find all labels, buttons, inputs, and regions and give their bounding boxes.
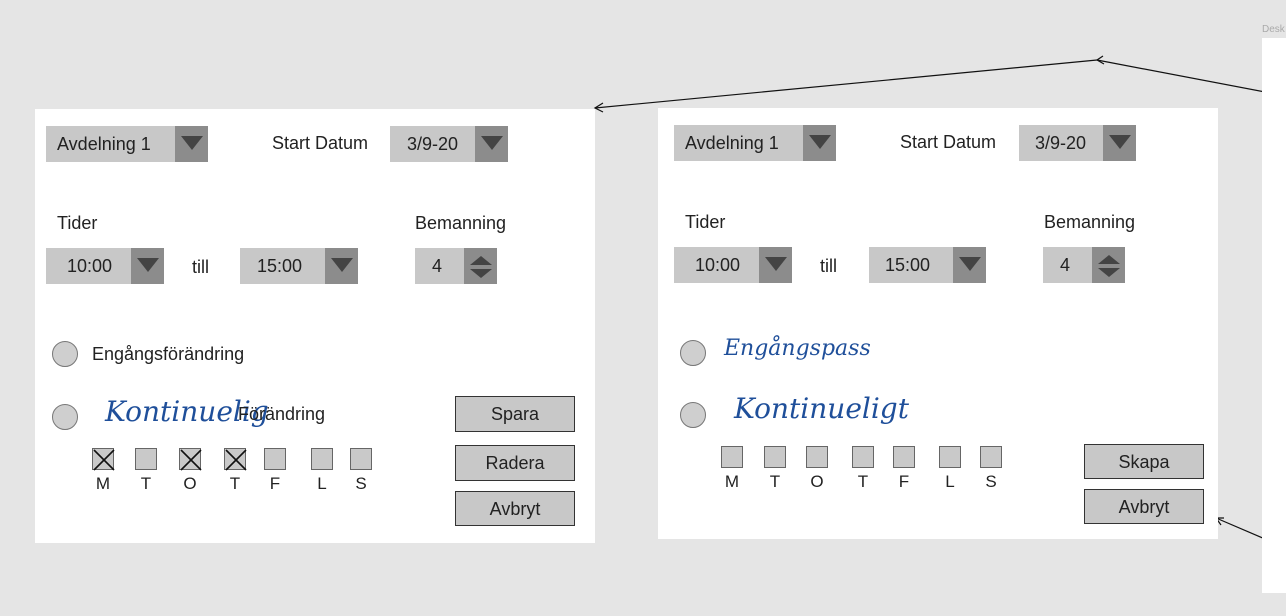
weekday-label: T — [229, 474, 241, 493]
chevron-down-icon — [803, 125, 836, 161]
time-from-select[interactable]: 10:00 — [674, 247, 792, 283]
weekday-label: T — [857, 472, 869, 491]
time-from-select[interactable]: 10:00 — [46, 248, 164, 284]
weekday-checkbox[interactable] — [224, 448, 247, 471]
department-value: Avdelning 1 — [57, 134, 151, 154]
cancel-button[interactable]: Avbryt — [455, 491, 575, 526]
department-value: Avdelning 1 — [685, 133, 779, 153]
left-form-panel: Avdelning 1 Start Datum 3/9-20 Tider Bem… — [35, 109, 595, 543]
weekday-label: T — [769, 472, 781, 491]
staffing-stepper[interactable]: 4 — [415, 248, 497, 284]
handwritten-one-time-label: Engångspass — [724, 336, 871, 361]
times-label: Tider — [57, 213, 98, 233]
chevron-down-icon — [1103, 125, 1136, 161]
weekday-label: L — [945, 472, 955, 491]
weekday-label: S — [985, 472, 997, 491]
times-label: Tider — [685, 212, 726, 232]
chevron-down-icon — [475, 126, 508, 162]
delete-button[interactable]: Radera — [455, 445, 575, 481]
start-date-select[interactable]: 3/9-20 — [1019, 125, 1136, 161]
staffing-stepper[interactable]: 4 — [1043, 247, 1125, 283]
start-date-select[interactable]: 3/9-20 — [390, 126, 508, 162]
weekday-checkbox[interactable] — [893, 446, 915, 468]
time-to-select[interactable]: 15:00 — [240, 248, 358, 284]
stepper-arrows-icon[interactable] — [464, 248, 497, 284]
weekday-label: T — [140, 474, 152, 493]
radio-one-time[interactable] — [52, 341, 78, 367]
radio-one-time[interactable] — [680, 340, 706, 366]
start-date-value: 3/9-20 — [407, 134, 459, 154]
staffing-label: Bemanning — [415, 213, 507, 233]
weekday-checkbox[interactable] — [806, 446, 828, 468]
weekday-checkbox[interactable] — [939, 446, 961, 468]
weekday-checkbox[interactable] — [764, 446, 786, 468]
weekday-checkbox[interactable] — [179, 448, 202, 471]
time-to-select[interactable]: 15:00 — [869, 247, 986, 283]
chevron-down-icon — [131, 248, 164, 284]
weekday-checkbox[interactable] — [980, 446, 1002, 468]
start-date-label: Start Datum — [272, 133, 369, 153]
desktop-frame-label: Desk — [1262, 24, 1285, 35]
weekday-label: O — [810, 472, 824, 491]
weekday-label: O — [183, 474, 197, 493]
weekday-checkbox[interactable] — [264, 448, 286, 470]
handwritten-continuous-label: Kontinueligt — [734, 392, 909, 425]
start-date-value: 3/9-20 — [1035, 133, 1087, 153]
create-button[interactable]: Skapa — [1084, 444, 1204, 479]
staffing-value: 4 — [1060, 255, 1071, 275]
weekday-checkbox[interactable] — [721, 446, 743, 468]
time-from-value: 10:00 — [695, 255, 741, 275]
weekday-checkbox[interactable] — [135, 448, 157, 470]
department-select[interactable]: Avdelning 1 — [674, 125, 836, 161]
chevron-down-icon — [325, 248, 358, 284]
weekday-checkbox[interactable] — [311, 448, 333, 470]
save-button[interactable]: Spara — [455, 396, 575, 432]
desktop-frame — [1262, 38, 1286, 593]
till-label: till — [192, 257, 209, 277]
option-one-time-label: Engångsförändring — [92, 344, 245, 364]
option-continuous-suffix: Förändring — [238, 404, 326, 424]
time-to-value: 15:00 — [885, 255, 931, 275]
stepper-arrows-icon[interactable] — [1092, 247, 1125, 283]
weekday-checkbox[interactable] — [852, 446, 874, 468]
weekday-label: S — [355, 474, 367, 493]
weekday-checkbox[interactable] — [92, 448, 115, 471]
time-from-value: 10:00 — [67, 256, 113, 276]
chevron-down-icon — [175, 126, 208, 162]
staffing-value: 4 — [432, 256, 443, 276]
chevron-down-icon — [953, 247, 986, 283]
department-select[interactable]: Avdelning 1 — [46, 126, 208, 162]
till-label: till — [820, 256, 837, 276]
staffing-label: Bemanning — [1044, 212, 1136, 232]
right-form-panel: Avdelning 1 Start Datum 3/9-20 Tider Bem… — [658, 108, 1218, 539]
weekday-label: M — [724, 472, 740, 491]
chevron-down-icon — [759, 247, 792, 283]
weekday-label: F — [269, 474, 281, 493]
weekday-label: M — [95, 474, 111, 493]
radio-continuous[interactable] — [680, 402, 706, 428]
cancel-button[interactable]: Avbryt — [1084, 489, 1204, 524]
time-to-value: 15:00 — [257, 256, 303, 276]
radio-continuous[interactable] — [52, 404, 78, 430]
weekday-label: F — [898, 472, 910, 491]
start-date-label: Start Datum — [900, 132, 997, 152]
weekday-label: L — [317, 474, 327, 493]
weekday-checkbox[interactable] — [350, 448, 372, 470]
